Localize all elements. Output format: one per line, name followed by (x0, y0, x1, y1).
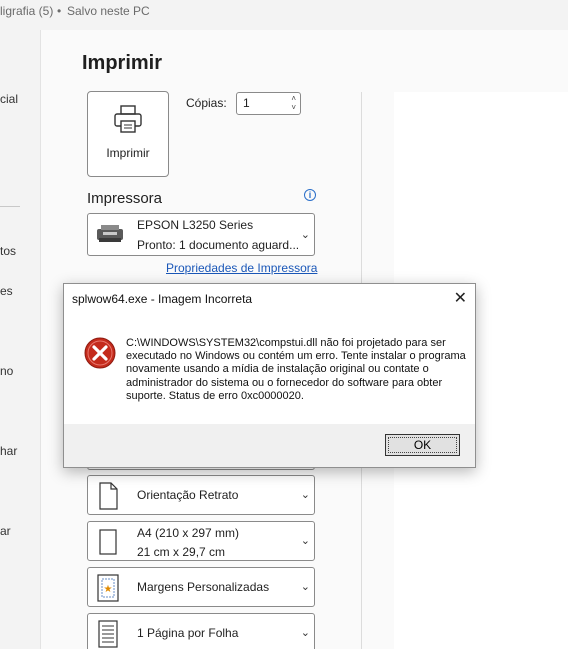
info-icon[interactable]: i (304, 189, 316, 201)
printer-status: Pronto: 1 documento aguard... (137, 238, 300, 252)
chevron-down-icon: ⌄ (300, 489, 310, 501)
error-dialog: splwow64.exe - Imagem Incorreta ✕ C:\WIN… (63, 283, 476, 468)
chevron-down-icon: ⌄ (300, 627, 310, 639)
nav-item-1[interactable]: cial (0, 92, 18, 106)
margins-label: Margens Personalizadas (137, 580, 270, 594)
margins-dropdown[interactable]: ★ Margens Personalizadas ⌄ (87, 567, 315, 607)
document-title: ligrafia (5) (0, 4, 54, 18)
stepper-arrows-icon[interactable]: ˄ ˅ (291, 94, 296, 112)
nav-item-3[interactable]: es (0, 284, 13, 298)
paper-size-dropdown[interactable]: A4 (210 x 297 mm) 21 cm x 29,7 cm ⌄ (87, 521, 315, 561)
portrait-page-icon (99, 482, 118, 510)
paper-size-dimensions: 21 cm x 29,7 cm (137, 545, 226, 559)
title-separator: • (57, 4, 62, 18)
printer-section-title: Impressora (87, 190, 163, 207)
nav-item-6[interactable]: ar (0, 524, 11, 538)
printer-icon (97, 225, 123, 242)
pages-per-sheet-dropdown[interactable]: 1 Página por Folha ⌄ (87, 613, 315, 649)
ok-button[interactable]: OK (385, 434, 460, 456)
paper-size-label: A4 (210 x 297 mm) (137, 526, 240, 540)
printer-properties-link[interactable]: Propriedades de Impressora (166, 261, 317, 275)
nav-item-4[interactable]: no (0, 364, 13, 378)
printer-name: EPSON L3250 Series (137, 218, 254, 232)
save-status: Salvo neste PC (67, 4, 150, 18)
dialog-footer: OK (64, 424, 475, 467)
window-title-bar: ligrafia (5) • Salvo neste PC (0, 0, 568, 22)
chevron-down-icon: ⌄ (300, 229, 310, 241)
chevron-down-icon: ⌄ (300, 535, 310, 547)
nav-item-5[interactable]: har (0, 444, 17, 458)
error-icon (84, 337, 116, 369)
dialog-title: splwow64.exe - Imagem Incorreta (72, 292, 253, 306)
paper-size-icon (99, 529, 117, 555)
nav-item-2[interactable]: tos (0, 244, 16, 258)
page-title: Imprimir (82, 52, 163, 74)
printer-dropdown[interactable]: EPSON L3250 Series Pronto: 1 documento a… (87, 213, 315, 256)
printer-icon (114, 105, 142, 133)
print-button[interactable]: Imprimir (87, 91, 169, 177)
chevron-down-icon: ⌄ (300, 581, 310, 593)
pages-per-sheet-icon (98, 620, 118, 648)
copies-value: 1 (243, 96, 250, 110)
backstage-nav: cial tos es no har ar (0, 30, 40, 649)
svg-text:★: ★ (104, 584, 113, 595)
copies-stepper[interactable]: 1 ˄ ˅ (236, 92, 301, 115)
nav-divider (0, 206, 20, 207)
print-button-label: Imprimir (106, 146, 150, 160)
copies-label: Cópias: (186, 96, 227, 110)
pages-per-sheet-label: 1 Página por Folha (137, 626, 239, 640)
close-icon[interactable]: ✕ (454, 288, 467, 308)
margins-icon: ★ (97, 574, 119, 602)
orientation-label: Orientação Retrato (137, 488, 239, 502)
orientation-dropdown[interactable]: Orientação Retrato ⌄ (87, 475, 315, 515)
error-message: C:\WINDOWS\SYSTEM32\compstui.dll não foi… (126, 337, 466, 402)
